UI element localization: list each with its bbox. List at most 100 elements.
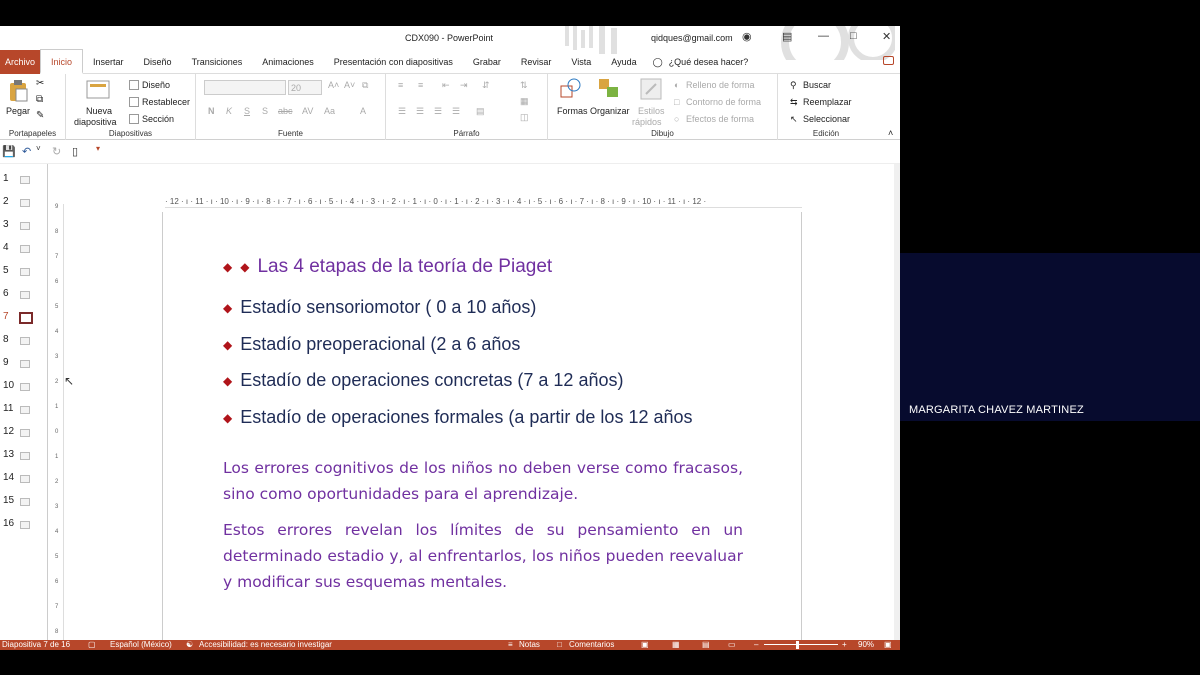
thumbnail-preview[interactable] (20, 337, 30, 345)
comment-icon[interactable] (883, 56, 894, 65)
text-direction-icon[interactable]: ⇅ (520, 80, 528, 91)
thumbnail-preview[interactable] (20, 383, 30, 391)
slide-thumbnail[interactable]: 16 (0, 514, 48, 534)
italic-icon[interactable]: K (226, 106, 232, 116)
undo-icon[interactable]: ↶ (22, 145, 31, 158)
shadow-icon[interactable]: S (262, 106, 268, 116)
bullets-icon[interactable]: ≡ (398, 80, 403, 90)
font-size-box[interactable]: 20 (288, 80, 322, 95)
zoom-slider[interactable] (764, 644, 838, 645)
thumbnail-preview[interactable] (20, 360, 30, 368)
decrease-indent-icon[interactable]: ⇤ (442, 80, 450, 91)
slide-thumbnail[interactable]: 14 (0, 468, 48, 488)
slide-thumbnail[interactable]: 1 (0, 169, 48, 189)
redo-icon[interactable]: ↻ (52, 145, 61, 158)
zoom-slider-thumb[interactable] (796, 641, 799, 649)
select-button[interactable]: Seleccionar (803, 114, 850, 124)
thumbnail-preview[interactable] (20, 222, 30, 230)
thumbnail-preview[interactable] (20, 199, 30, 207)
thumbnail-preview[interactable] (20, 291, 30, 299)
ribbon-display-icon[interactable]: ▤ (782, 30, 792, 43)
new-slide-label-2[interactable]: diapositiva (74, 117, 117, 127)
avatar-icon[interactable]: ◉ (742, 30, 752, 43)
tab-transiciones[interactable]: Transiciones (182, 50, 253, 74)
account-email[interactable]: qidques@gmail.com (651, 33, 733, 43)
close-icon[interactable]: ✕ (882, 30, 891, 43)
numbering-icon[interactable]: ≡ (418, 80, 423, 90)
slide-thumbnail[interactable]: 11 (0, 399, 48, 419)
slide-canvas[interactable]: ◆ ◆ Las 4 etapas de la teoría de Piaget … (162, 212, 802, 642)
normal-view-icon[interactable]: ▣ (641, 640, 649, 649)
tell-me-search[interactable]: ◯ ¿Qué desea hacer? (647, 50, 759, 74)
layout-button[interactable]: Diseño (142, 80, 170, 90)
strikethrough-icon[interactable]: abc (278, 106, 293, 116)
save-icon[interactable]: 💾 (2, 145, 16, 158)
tab-animaciones[interactable]: Animaciones (252, 50, 324, 74)
slide-thumbnail[interactable]: 10 (0, 376, 48, 396)
slide-thumbnail[interactable]: 6 (0, 284, 48, 304)
line-spacing-icon[interactable]: ⇵ (482, 80, 490, 91)
accessibility-status[interactable]: Accesibilidad: es necesario investigar (199, 640, 332, 649)
comments-button[interactable]: Comentarios (569, 640, 614, 649)
slide-bullet[interactable]: ◆ Estadío preoperacional (2 a 6 años (223, 334, 520, 355)
font-color-icon[interactable]: A (360, 106, 366, 116)
spellcheck-icon[interactable]: ▢ (88, 640, 96, 649)
thumbnail-preview[interactable] (20, 452, 30, 460)
align-center-icon[interactable]: ☰ (416, 106, 424, 117)
underline-icon[interactable]: S (244, 106, 250, 116)
slide-thumbnail[interactable]: 13 (0, 445, 48, 465)
fit-slide-icon[interactable]: ▣ (884, 640, 892, 649)
change-case-icon[interactable]: Aa (324, 106, 335, 116)
smartart-icon[interactable]: ◫ (520, 112, 529, 123)
reading-view-icon[interactable]: ▤ (702, 640, 710, 649)
slide-thumbnail[interactable]: 3 (0, 215, 48, 235)
slide-thumbnail[interactable]: 15 (0, 491, 48, 511)
slide-paragraph-2[interactable]: Estos errores revelan los límites de su … (223, 517, 743, 595)
tab-presentacion[interactable]: Presentación con diapositivas (324, 50, 463, 74)
slide-title[interactable]: ◆ ◆ Las 4 etapas de la teoría de Piaget (223, 256, 552, 278)
quick-styles-label-2[interactable]: rápidos (632, 117, 662, 127)
new-slide-label-1[interactable]: Nueva (86, 106, 112, 116)
slide-thumbnail[interactable]: 12 (0, 422, 48, 442)
copy-icon[interactable]: ⧉ (36, 94, 46, 105)
language-status[interactable]: Español (México) (110, 640, 172, 649)
replace-button[interactable]: Reemplazar (803, 97, 852, 107)
zoom-in-icon[interactable]: + (842, 640, 847, 649)
tab-diseno[interactable]: Diseño (134, 50, 182, 74)
slide-thumbnail[interactable]: 7 (0, 307, 48, 327)
slide-thumbnail[interactable]: 5 (0, 261, 48, 281)
tab-inicio[interactable]: Inicio (40, 49, 84, 74)
shape-fill-button[interactable]: Relleno de forma (686, 80, 755, 90)
tab-vista[interactable]: Vista (561, 50, 601, 74)
arrange-button[interactable]: Organizar (590, 106, 630, 116)
slide-thumbnail[interactable]: 2 (0, 192, 48, 212)
slide-bullet[interactable]: ◆ Estadío sensoriomotor ( 0 a 10 años) (223, 297, 536, 318)
align-text-icon[interactable]: ▦ (520, 96, 529, 107)
shrink-font-icon[interactable]: A˅ (344, 80, 355, 90)
bold-icon[interactable]: N (208, 106, 215, 116)
slide-bullet[interactable]: ◆ Estadío de operaciones formales (a par… (223, 407, 693, 428)
columns-icon[interactable]: ▤ (476, 106, 485, 117)
maximize-icon[interactable]: □ (850, 30, 857, 42)
thumbnail-preview[interactable] (20, 406, 30, 414)
slideshow-icon[interactable]: ▭ (728, 640, 736, 649)
thumbnail-preview[interactable] (20, 521, 30, 529)
section-button[interactable]: Sección (142, 114, 174, 124)
slide-sorter-icon[interactable]: ▦ (672, 640, 680, 649)
tab-ayuda[interactable]: Ayuda (601, 50, 646, 74)
align-right-icon[interactable]: ☰ (434, 106, 442, 117)
tab-grabar[interactable]: Grabar (463, 50, 511, 74)
slide-thumbnail[interactable]: 8 (0, 330, 48, 350)
zoom-out-icon[interactable]: – (754, 640, 758, 649)
quick-styles-label-1[interactable]: Estilos (638, 106, 665, 116)
spacing-icon[interactable]: AV (302, 106, 313, 116)
thumbnail-preview[interactable] (20, 498, 30, 506)
shape-effects-button[interactable]: Efectos de forma (686, 114, 754, 124)
thumbnail-preview[interactable] (20, 475, 30, 483)
slide-paragraph-1[interactable]: Los errores cognitivos de los niños no d… (223, 455, 743, 507)
font-name-box[interactable] (204, 80, 286, 95)
slide-thumbnail[interactable]: 4 (0, 238, 48, 258)
paste-button[interactable]: Pegar (6, 106, 30, 116)
increase-indent-icon[interactable]: ⇥ (460, 80, 468, 91)
collapse-ribbon-icon[interactable]: ˄ (888, 128, 893, 138)
